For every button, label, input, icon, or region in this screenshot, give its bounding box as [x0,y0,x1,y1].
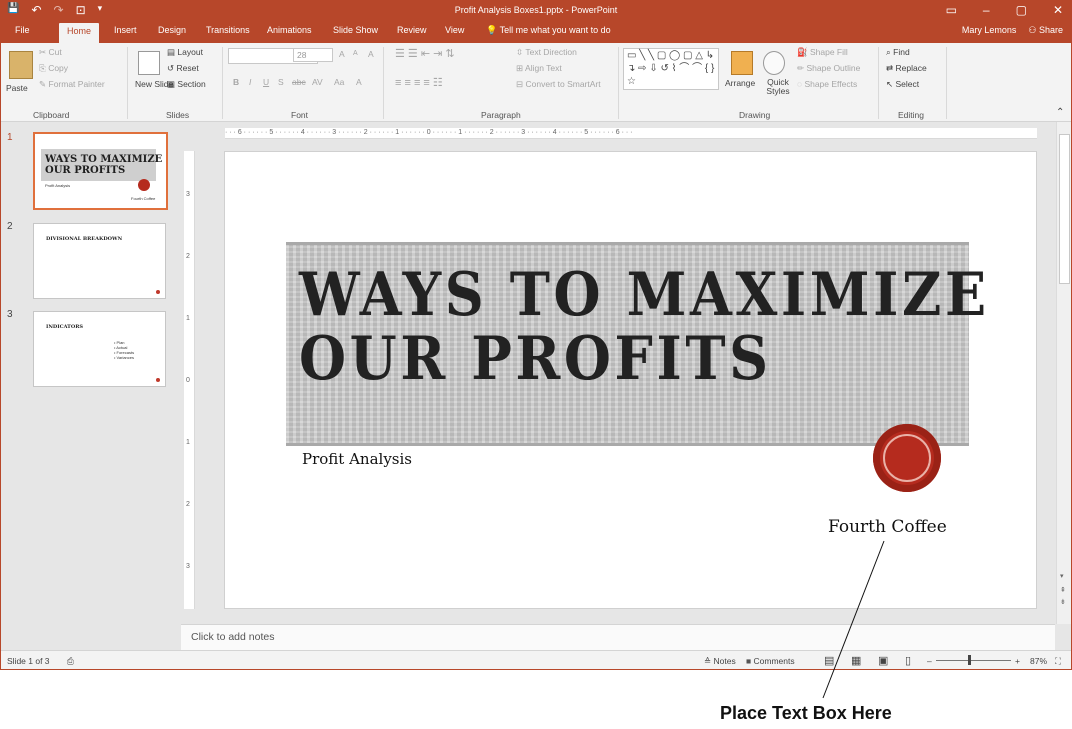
callout-label: Place Text Box Here [720,703,892,723]
callout-line [822,540,885,699]
